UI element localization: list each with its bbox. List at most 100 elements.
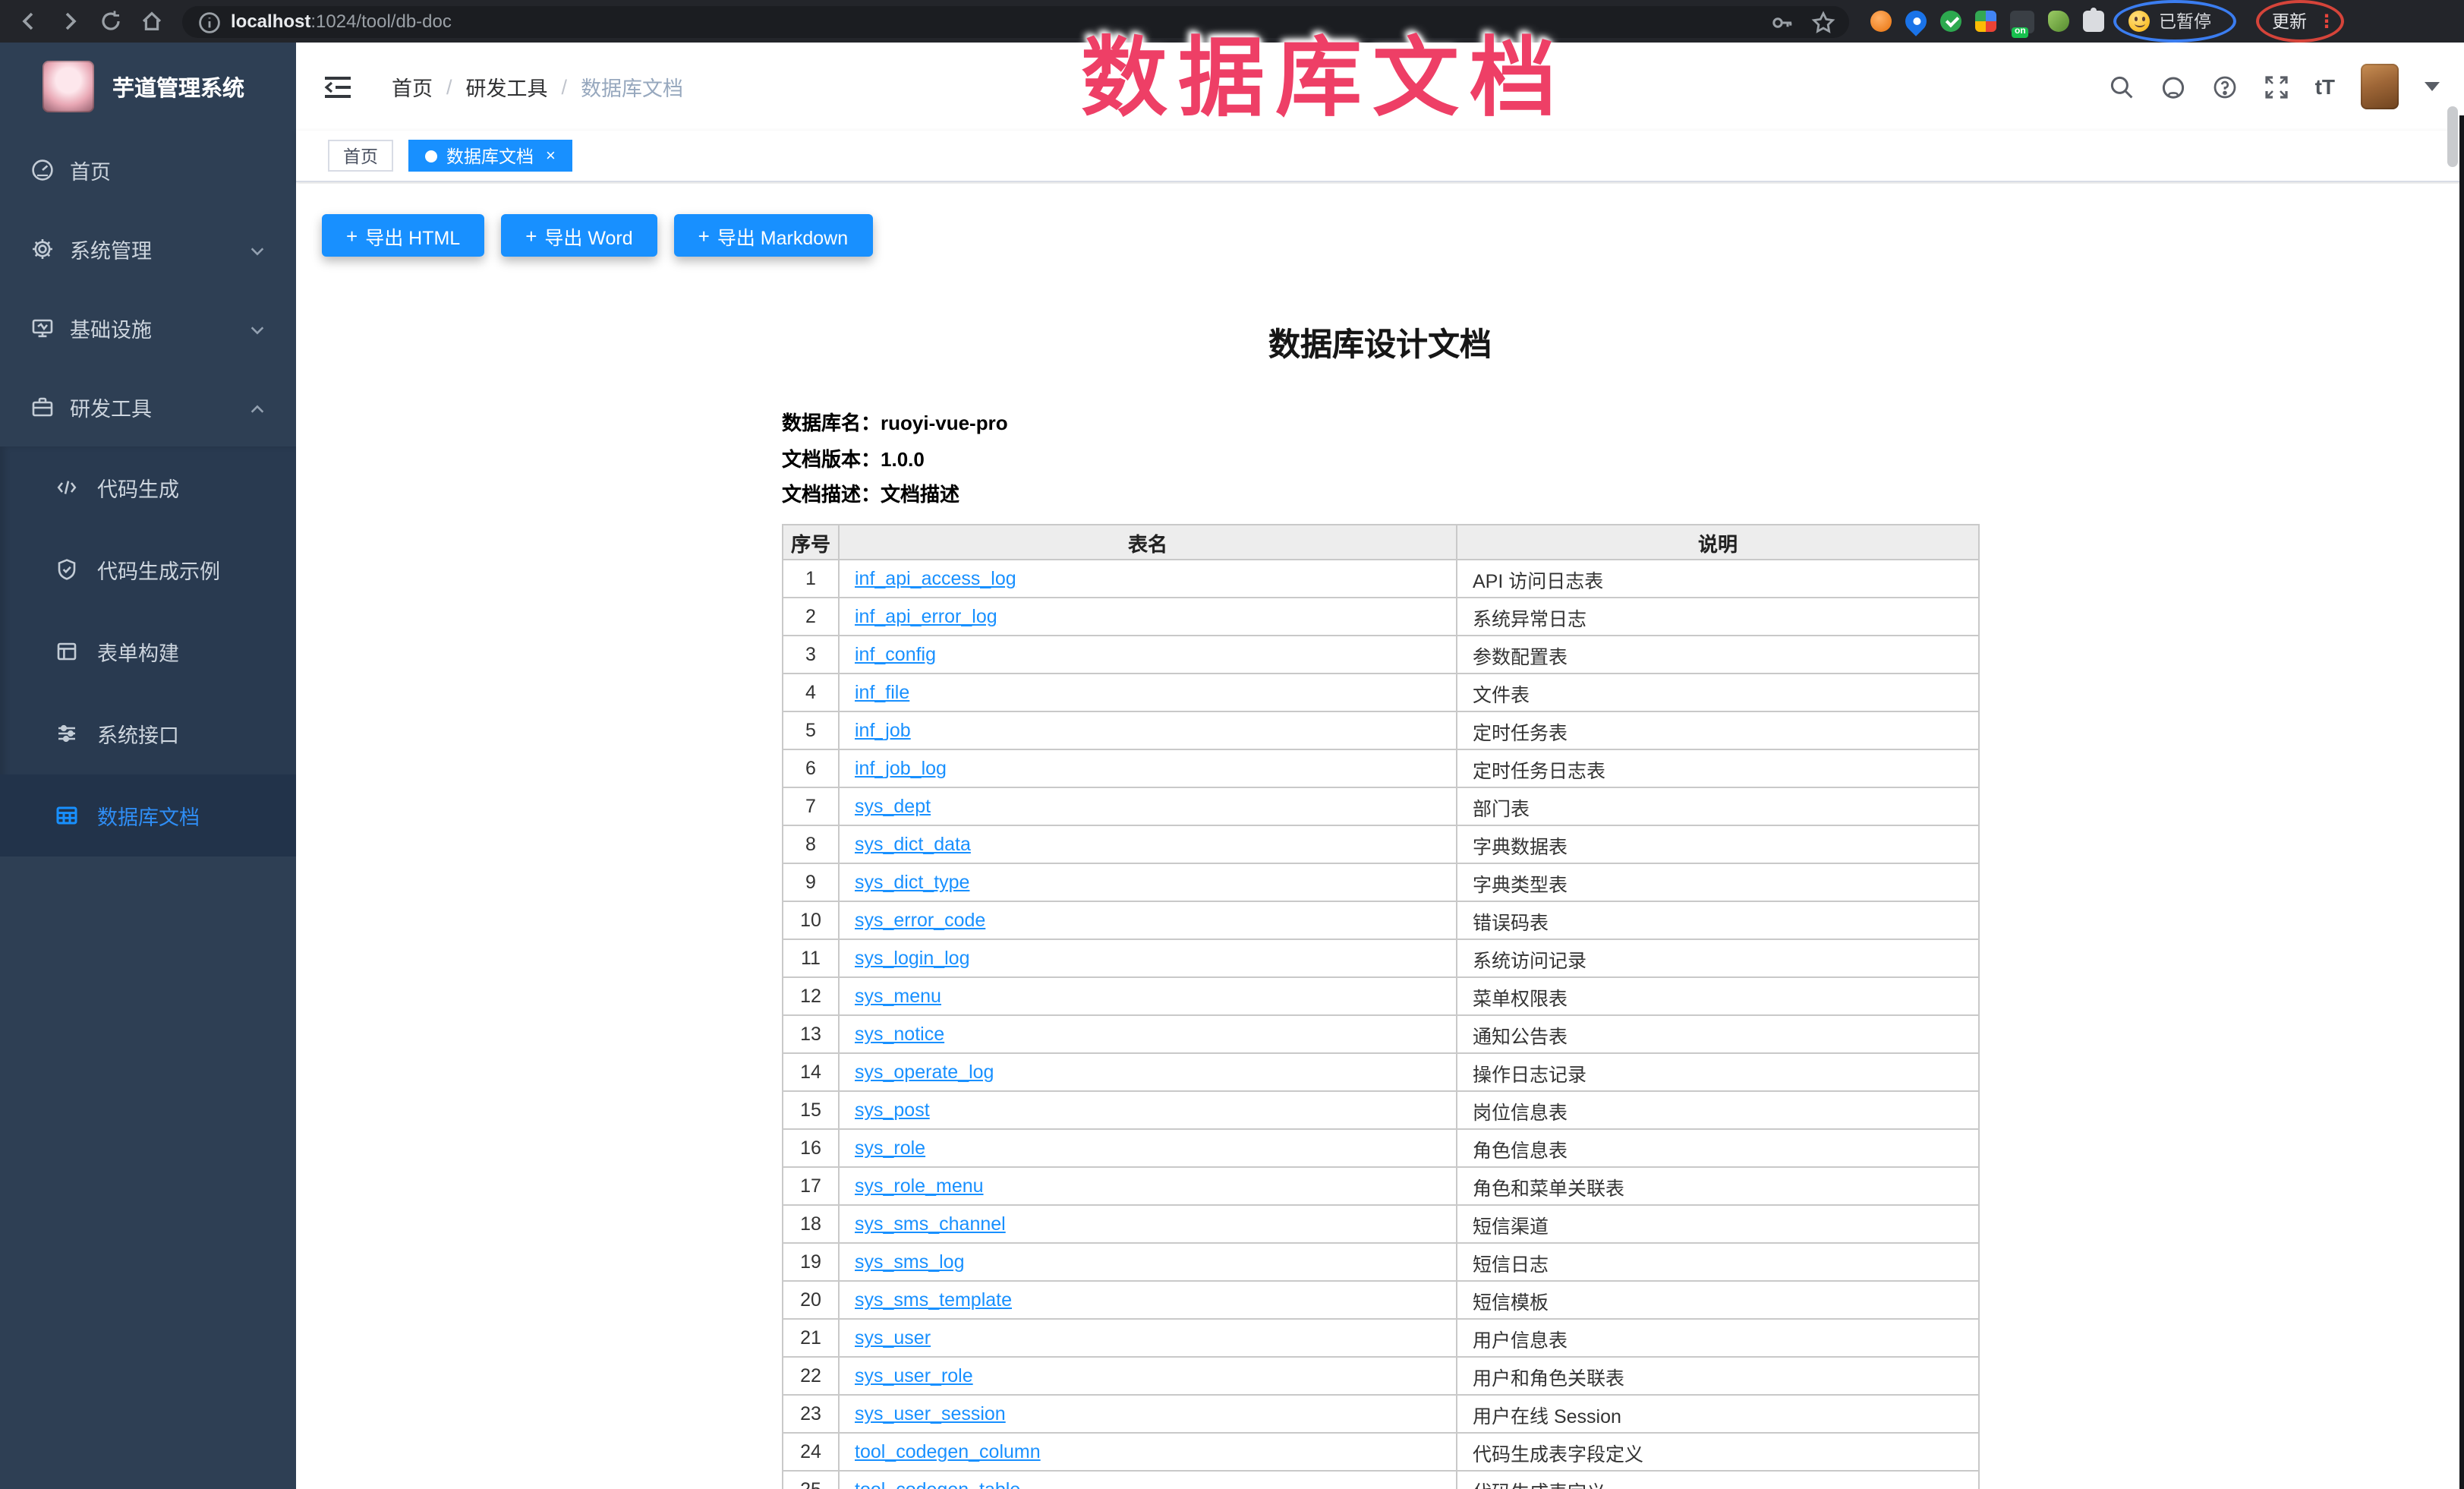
row-desc: 参数配置表 — [1457, 636, 1979, 674]
table-link[interactable]: inf_api_error_log — [855, 606, 997, 627]
table-link[interactable]: sys_role_menu — [855, 1175, 984, 1197]
tag-label: 数据库文档 — [446, 144, 534, 168]
active-dot — [425, 150, 437, 162]
tag-home[interactable]: 首页 — [328, 140, 393, 172]
home-icon[interactable] — [140, 9, 164, 33]
emoji-extension-icon — [2128, 11, 2150, 32]
sidebar-item-infra[interactable]: 基础设施 — [0, 289, 296, 368]
extension-switch-icon[interactable]: on — [2010, 10, 2034, 33]
row-num: 14 — [783, 1053, 839, 1091]
toolbox-icon — [30, 395, 55, 419]
breadcrumb-devtools[interactable]: 研发工具 — [466, 71, 548, 102]
extension-paused-badge[interactable]: 已暂停 — [2122, 6, 2226, 36]
sidebar-item-label: 研发工具 — [70, 392, 152, 422]
table-link[interactable]: sys_dict_data — [855, 834, 971, 855]
sidebar-item-db-doc[interactable]: 数据库文档 — [0, 774, 296, 856]
row-desc: 用户和角色关联表 — [1457, 1357, 1979, 1395]
table-row: 5 inf_job 定时任务表 — [783, 711, 1979, 749]
table-link[interactable]: sys_post — [855, 1099, 930, 1121]
help-icon[interactable] — [2212, 74, 2238, 99]
table-link[interactable]: inf_config — [855, 644, 936, 665]
table-link[interactable]: tool_codegen_table — [855, 1479, 1020, 1489]
breadcrumb-home[interactable]: 首页 — [392, 71, 433, 102]
sidebar-item-system-api[interactable]: 系统接口 — [0, 692, 296, 774]
row-desc: 用户信息表 — [1457, 1319, 1979, 1357]
table-link[interactable]: sys_sms_log — [855, 1251, 965, 1273]
sidebar-item-system[interactable]: 系统管理 — [0, 210, 296, 289]
app-logo-row[interactable]: 芋道管理系统 — [0, 43, 296, 131]
row-num: 10 — [783, 901, 839, 939]
table-link[interactable]: sys_menu — [855, 986, 941, 1007]
sidebar-item-label: 数据库文档 — [97, 800, 200, 831]
export-html-button[interactable]: + 导出 HTML — [322, 214, 484, 257]
row-desc: 代码生成表定义 — [1457, 1471, 1979, 1489]
tag-db-doc[interactable]: 数据库文档 × — [408, 140, 572, 172]
table-link[interactable]: sys_user — [855, 1327, 931, 1349]
breadcrumb: 首页 / 研发工具 / 数据库文档 — [392, 71, 683, 102]
row-desc: 文件表 — [1457, 674, 1979, 711]
search-icon[interactable] — [2109, 74, 2135, 99]
close-tag-icon[interactable]: × — [546, 147, 556, 165]
sidebar-item-form-builder[interactable]: 表单构建 — [0, 610, 296, 692]
table-link[interactable]: sys_user_role — [855, 1365, 973, 1386]
row-desc: 代码生成表字段定义 — [1457, 1433, 1979, 1471]
fullscreen-icon[interactable] — [2264, 74, 2289, 99]
sidebar-item-home[interactable]: 首页 — [0, 131, 296, 210]
user-menu-caret-icon[interactable] — [2425, 82, 2440, 91]
url-bar[interactable]: localhost:1024/tool/db-doc — [182, 5, 1849, 37]
extensions-puzzle-icon[interactable] — [2083, 11, 2104, 32]
scrollbar-thumb[interactable] — [2447, 106, 2458, 167]
extension-check-icon[interactable] — [1940, 11, 1961, 32]
row-desc: 短信模板 — [1457, 1281, 1979, 1319]
collapse-menu-icon[interactable] — [323, 74, 352, 99]
table-link[interactable]: inf_api_access_log — [855, 568, 1016, 589]
code-icon — [55, 475, 79, 500]
forward-icon[interactable] — [58, 9, 82, 33]
sidebar-item-devtools[interactable]: 研发工具 — [0, 368, 296, 446]
extension-grid-icon[interactable] — [1975, 11, 1996, 32]
password-key-icon[interactable] — [1770, 10, 1793, 33]
extension-pin-icon[interactable] — [1901, 6, 1931, 36]
table-link[interactable]: sys_error_code — [855, 910, 985, 931]
plus-icon: + — [698, 224, 710, 247]
table-link[interactable]: sys_sms_template — [855, 1289, 1012, 1311]
table-link[interactable]: sys_login_log — [855, 948, 970, 969]
table-row: 23 sys_user_session 用户在线 Session — [783, 1395, 1979, 1433]
window-edge — [2459, 115, 2464, 1489]
table-row: 6 inf_job_log 定时任务日志表 — [783, 749, 1979, 787]
table-row: 9 sys_dict_type 字典类型表 — [783, 863, 1979, 901]
table-link[interactable]: tool_codegen_column — [855, 1441, 1041, 1462]
user-avatar[interactable] — [2361, 64, 2399, 109]
back-icon[interactable] — [17, 9, 41, 33]
table-link[interactable]: sys_dept — [855, 796, 931, 817]
browser-menu-icon[interactable]: ⋮ — [2317, 17, 2327, 25]
row-num: 17 — [783, 1167, 839, 1205]
table-link[interactable]: sys_sms_channel — [855, 1213, 1006, 1235]
sidebar-item-codegen[interactable]: 代码生成 — [0, 446, 296, 528]
sidebar-item-label: 首页 — [70, 155, 111, 185]
viewport: localhost:1024/tool/db-doc on 已暂停 — [0, 0, 2464, 1489]
browser-update-button[interactable]: 更新 ⋮ — [2263, 6, 2336, 36]
sidebar-item-codegen-demo[interactable]: 代码生成示例 — [0, 528, 296, 610]
chevron-up-icon — [249, 399, 266, 415]
font-size-icon[interactable]: tT — [2315, 74, 2335, 99]
table-link[interactable]: sys_operate_log — [855, 1062, 994, 1083]
extension-leaf-icon[interactable] — [2048, 11, 2069, 32]
export-markdown-button[interactable]: + 导出 Markdown — [674, 214, 872, 257]
reload-icon[interactable] — [99, 9, 123, 33]
table-link[interactable]: inf_job_log — [855, 758, 947, 779]
export-word-button[interactable]: + 导出 Word — [501, 214, 657, 257]
site-info-icon[interactable] — [197, 11, 219, 32]
row-desc: 通知公告表 — [1457, 1015, 1979, 1053]
table-link[interactable]: inf_job — [855, 720, 911, 741]
extension-orange-icon[interactable] — [1870, 11, 1892, 32]
table-link[interactable]: sys_dict_type — [855, 872, 969, 893]
table-link[interactable]: sys_notice — [855, 1024, 944, 1045]
row-num: 21 — [783, 1319, 839, 1357]
bookmark-star-icon[interactable] — [1811, 10, 1834, 33]
table-link[interactable]: inf_file — [855, 682, 909, 703]
row-desc: 短信渠道 — [1457, 1205, 1979, 1243]
github-icon[interactable] — [2160, 74, 2186, 99]
table-link[interactable]: sys_user_session — [855, 1403, 1006, 1424]
table-link[interactable]: sys_role — [855, 1137, 925, 1159]
